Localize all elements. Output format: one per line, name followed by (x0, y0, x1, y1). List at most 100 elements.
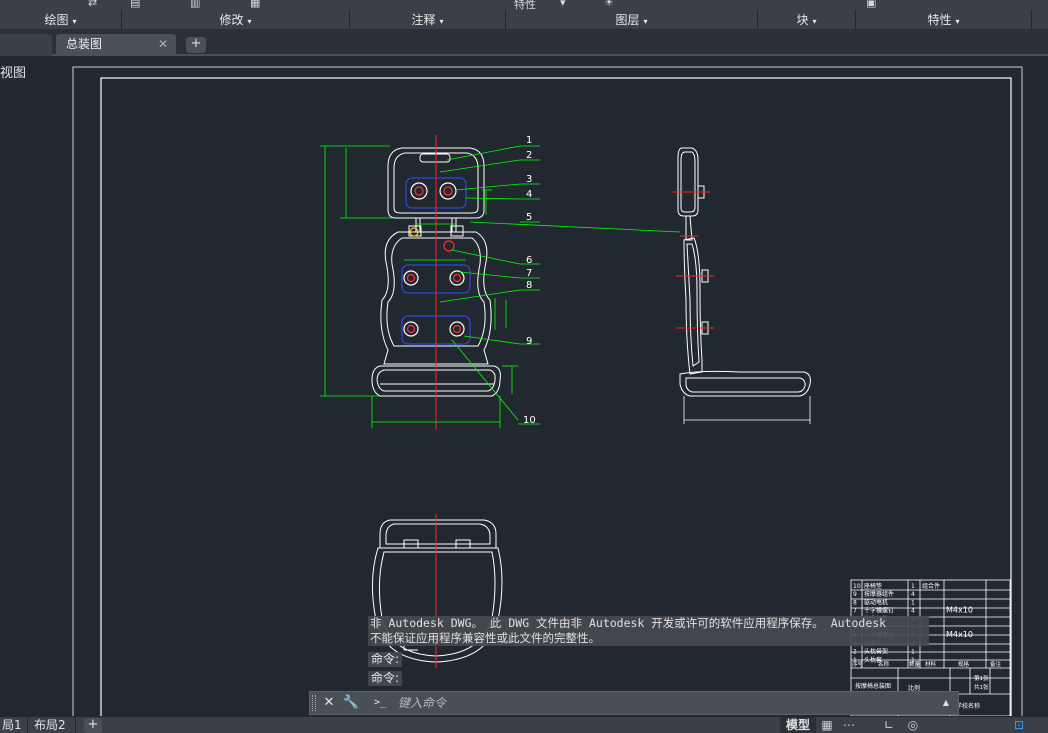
title-drawing-name: 按摩椅总装图 (855, 682, 891, 690)
balloon-5: 5 (526, 212, 532, 223)
doc-tab-active[interactable]: 总装图 ✕ (56, 34, 176, 56)
panel-modify-label: 修改 (219, 13, 244, 27)
doc-tab-previous[interactable] (0, 34, 52, 56)
bom-cell-qty: 1 (911, 599, 915, 606)
bom-cell-name: 头枕骨架 (864, 648, 888, 656)
command-input[interactable] (398, 694, 924, 712)
layout-tab-2[interactable]: 布局2 (30, 717, 76, 733)
ribbon-clipped-row: ⇄ ▤ ▥ ▦ 特性 ▾ ☀ ▣ (0, 0, 1048, 10)
chevron-down-icon: ▾ (72, 17, 77, 26)
bom-cell-no: 10 (853, 583, 861, 590)
sun-icon[interactable]: ☀ (604, 0, 614, 9)
object-snap-icon[interactable]: ⊡ (1010, 717, 1028, 733)
side-view-dimension (683, 396, 811, 424)
bom-cell-spec: M4x10 (946, 630, 973, 639)
bom-cell-no: 8 (853, 599, 857, 606)
bom-cell-no: 7 (853, 608, 857, 615)
panel-properties[interactable]: 特性 ▾ (856, 10, 1032, 30)
bom-cell-name: 按摩器组件 (864, 590, 894, 598)
command-prompt-line: 命令: (368, 652, 403, 667)
ribbon-properties-label: 特性 (514, 0, 536, 10)
polar-icon[interactable]: ◎ (904, 717, 922, 733)
bom-header-material: 材料 (925, 660, 937, 668)
grid-icon[interactable]: ▦ (818, 717, 836, 733)
bom-header-spec: 规格 (958, 660, 970, 668)
balloon-10: 10 (523, 415, 536, 426)
title-total: 共1张 (974, 683, 989, 691)
history-scroll-button[interactable]: ▲ (936, 694, 956, 712)
doc-tab-label: 总装图 (66, 37, 103, 51)
panel-draw[interactable]: 绘图 ▾ (0, 10, 122, 30)
bom-cell-name: 座椅垫 (864, 582, 882, 590)
balloon-7: 7 (526, 268, 532, 279)
command-history-line: 不能保证应用程序兼容性或此文件的完整性。 (370, 631, 600, 645)
balloon-8: 8 (526, 280, 532, 291)
new-tab-button[interactable]: + (186, 37, 206, 53)
command-history-line: 非 Autodesk DWG。 此 DWG 文件由非 Autodesk 开发或许… (370, 616, 887, 630)
bom-cell-name: 十字槽螺钉 (864, 607, 894, 615)
document-tab-bar: 总装图 ✕ + (0, 30, 1048, 56)
bom-cell-no: 9 (853, 591, 857, 598)
bom-cell-qty: 4 (911, 608, 915, 615)
balloon-3: 3 (526, 174, 532, 185)
ribbon-caret[interactable]: ▾ (560, 0, 566, 9)
chevron-down-icon: ▾ (643, 17, 648, 26)
panel-properties-label: 特性 (927, 13, 952, 27)
bom-cell-name: 驱动电机 (864, 598, 888, 606)
chevron-down-icon: ▾ (439, 17, 444, 26)
bom-cell-no: 2 (853, 649, 857, 656)
balloon-6: 6 (526, 255, 532, 266)
panel-block-label: 块 (796, 13, 809, 27)
title-sheet: 第1张 (974, 674, 989, 682)
command-line: ✕ 🔧 >_ ▲ (309, 691, 959, 715)
bom-cell-spec: M4x10 (946, 606, 973, 615)
viewport-label[interactable]: 视图 (0, 62, 26, 81)
ribbon-panel-bar: 绘图 ▾ 修改 ▾ 注释 ▾ 图层 ▾ 块 ▾ 特性 ▾ (0, 10, 1048, 30)
bom-header-no: 序号 (852, 660, 864, 668)
close-icon[interactable]: ✕ (158, 34, 168, 54)
chevron-down-icon: ▾ (955, 17, 960, 26)
ribbon-icon[interactable]: ▤ (130, 0, 140, 9)
title-school: 学校名称 (956, 702, 980, 710)
model-space-button[interactable]: 模型 (780, 717, 816, 733)
bom-cell-mat: 组合件 (922, 582, 940, 590)
drag-handle[interactable] (312, 695, 316, 711)
balloon-9: 9 (526, 336, 532, 347)
panel-draw-label: 绘图 (44, 13, 69, 27)
chevron-down-icon: ▾ (247, 17, 252, 26)
ribbon-icon[interactable]: ▦ (250, 0, 260, 9)
balloon-2: 2 (526, 150, 532, 161)
wrench-icon[interactable]: 🔧 (342, 694, 360, 712)
balloon-labels: 1 2 3 4 5 6 7 8 9 10 (523, 135, 536, 426)
massage-heads (403, 182, 465, 337)
ribbon-icon[interactable]: ▣ (866, 0, 876, 9)
front-dimensions (320, 145, 681, 428)
panel-layers[interactable]: 图层 ▾ (506, 10, 758, 30)
panel-annotation-label: 注释 (411, 13, 436, 27)
panel-modify[interactable]: 修改 ▾ (122, 10, 350, 30)
bom-header-name: 名称 (878, 660, 890, 668)
bom-cell-qty: 1 (911, 583, 915, 590)
balloon-4: 4 (526, 189, 532, 200)
command-history: 非 Autodesk DWG。 此 DWG 文件由非 Autodesk 开发或许… (368, 616, 929, 646)
bom-header-qty: 数量 (909, 660, 921, 668)
panel-annotation[interactable]: 注释 ▾ (350, 10, 506, 30)
ribbon-icon[interactable]: ⇄ (88, 0, 97, 9)
layout-tab-1[interactable]: 局1 (0, 717, 28, 733)
bom-cell-qty: 4 (911, 591, 915, 598)
close-icon[interactable]: ✕ (320, 694, 338, 712)
status-bar: 局1 布局2 + 模型 ▦ ⋯ ∟ ◎ ⊡ (0, 716, 1048, 733)
panel-layers-label: 图层 (615, 13, 640, 27)
bom-cell-qty: 1 (911, 649, 915, 656)
add-layout-button[interactable]: + (84, 718, 102, 733)
autocad-window: ⇄ ▤ ▥ ▦ 特性 ▾ ☀ ▣ 绘图 ▾ 修改 ▾ 注释 ▾ 图层 ▾ 块 ▾ 特性 ▾ … (0, 0, 1048, 733)
command-prompt-line: 命令: (368, 671, 403, 686)
snap-icon[interactable]: ⋯ (840, 717, 858, 733)
ribbon-icon[interactable]: ▥ (190, 0, 200, 9)
ortho-icon[interactable]: ∟ (880, 717, 898, 733)
command-prompt-icon[interactable]: >_ (366, 694, 394, 712)
bom-header-remark: 备注 (990, 660, 1002, 668)
chevron-down-icon: ▾ (812, 17, 817, 26)
balloon-1: 1 (526, 135, 532, 146)
panel-block[interactable]: 块 ▾ (758, 10, 856, 30)
